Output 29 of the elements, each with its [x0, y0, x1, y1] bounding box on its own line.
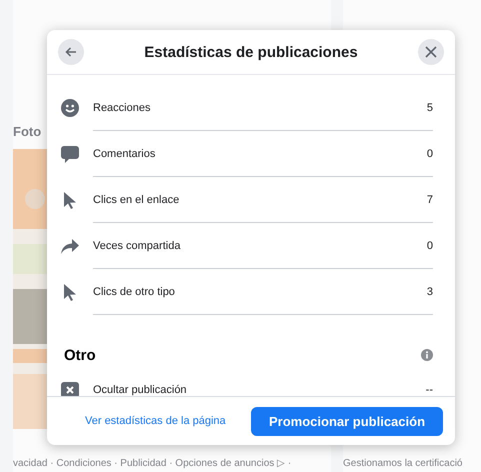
promote-button[interactable]: Promocionar publicación: [251, 406, 443, 436]
stat-label: Reacciones: [93, 102, 152, 114]
dialog-title: Estadísticas de publicaciones: [144, 44, 358, 60]
stat-value: 0: [426, 148, 433, 160]
stat-value: 7: [426, 194, 433, 206]
stat-value: 0: [426, 240, 433, 252]
stat-label: Comentarios: [93, 148, 156, 160]
info-icon: [421, 349, 433, 361]
section-title: Foto: [13, 124, 42, 139]
pointer-icon: [64, 284, 76, 300]
stat-label: Veces compartida: [93, 240, 182, 252]
footer-links: vacidad · Condiciones · Publicidad · Opciones de anuncios ▷ ·: [13, 457, 292, 471]
page-stats-link[interactable]: Ver estadísticas de la página: [85, 415, 226, 427]
back-arrow-icon: [65, 47, 77, 57]
share-arrow-icon: [61, 238, 79, 254]
back-button[interactable]: [58, 39, 84, 65]
section-heading: Otro: [64, 346, 96, 364]
post-preview-text: Gestionamos la certificació: [343, 458, 464, 471]
stat-value: 3: [426, 286, 433, 298]
smiley-icon: [61, 99, 79, 117]
stat-value: 5: [426, 102, 433, 114]
stat-label: Clics de otro tipo: [93, 286, 176, 298]
pointer-icon: [64, 192, 76, 208]
speech-bubble-icon: [61, 145, 79, 163]
stat-value: --: [426, 384, 433, 396]
close-button[interactable]: [418, 39, 444, 65]
stat-label: Ocultar publicación: [93, 384, 188, 396]
close-icon: [424, 46, 437, 58]
stat-label: Clics en el enlace: [93, 194, 180, 206]
